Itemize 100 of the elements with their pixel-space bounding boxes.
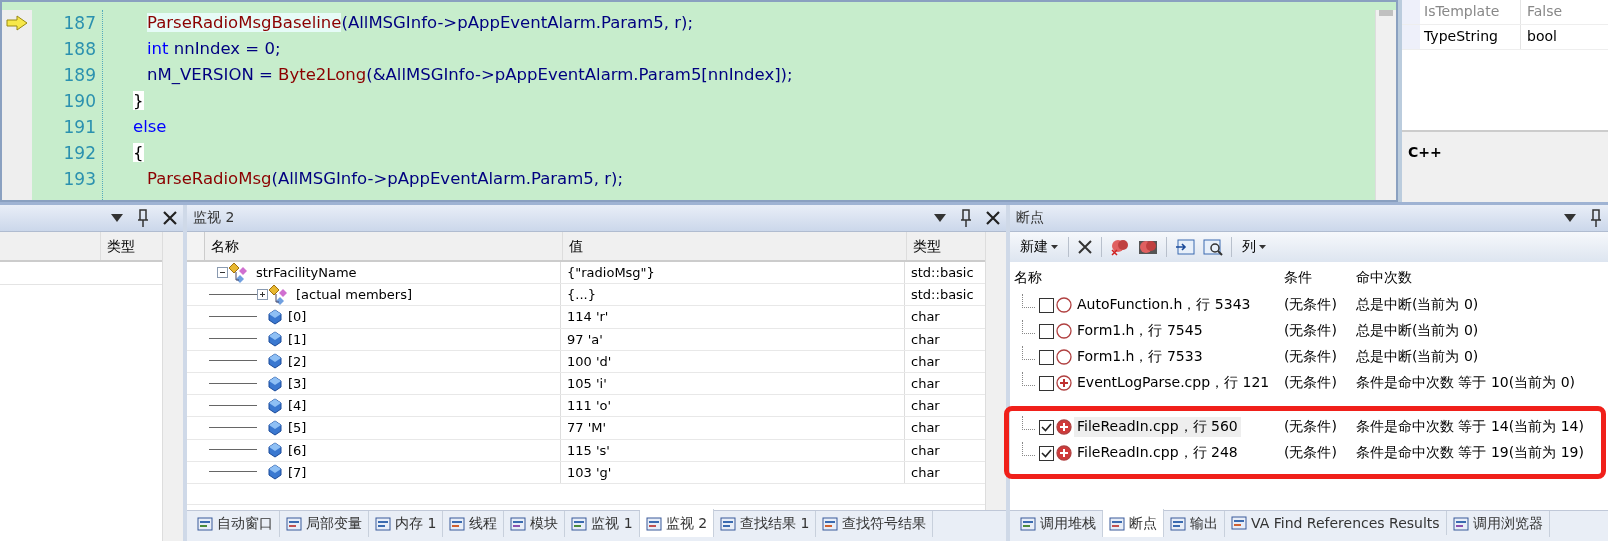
delete-icon[interactable] (1077, 239, 1093, 255)
breakpoint-condition: (无条件) (1283, 418, 1338, 436)
column-header[interactable]: 名称 (205, 232, 563, 260)
close-icon[interactable] (163, 211, 177, 225)
tab[interactable]: VA Find References Results (1225, 511, 1447, 535)
new-button[interactable]: 新建 (1018, 236, 1060, 258)
variable-value: 100 'd' (561, 350, 905, 372)
scrollbar[interactable] (985, 232, 1006, 510)
column-header[interactable]: 类型 (907, 232, 985, 260)
tab-icon (1452, 516, 1469, 532)
panel-title: 监视 2 (193, 209, 236, 227)
code-line: nM_VERSION = Byte2Long(&AllMSGInfo->pAppEventAlarm.Param5[nnIndex]); (147, 64, 793, 86)
breakpoint-location[interactable]: EventLogParse.cpp，行 121 (1074, 373, 1273, 393)
variable-value: 77 'M' (561, 417, 905, 439)
checkbox[interactable] (1039, 375, 1054, 391)
description-text: C++ (1408, 144, 1442, 160)
tab[interactable]: 模块 (504, 511, 566, 537)
member-icon (228, 262, 250, 284)
property-value: bool (1526, 27, 1557, 46)
breakpoints-icon[interactable] (1110, 238, 1130, 256)
variable-name: [4] (288, 398, 307, 414)
tab[interactable]: 监视 2 (639, 509, 715, 537)
dropdown-icon[interactable] (111, 214, 123, 222)
dropdown-icon[interactable] (934, 214, 946, 222)
line-number: 189 (62, 64, 96, 87)
breakpoint-location[interactable]: Form1.h，行 7545 (1074, 321, 1206, 341)
caret-icon (1051, 245, 1058, 249)
pin-icon[interactable] (137, 209, 149, 227)
checkbox[interactable] (1039, 349, 1054, 365)
code-line: else (133, 116, 167, 138)
tab[interactable]: 线程 (443, 511, 505, 537)
column-header[interactable]: 条件 (1280, 263, 1352, 291)
hit-count: 条件是命中次数 等于 14(当前为 14) (1355, 418, 1585, 436)
tab-icon (510, 516, 527, 532)
field-icon (268, 464, 282, 481)
variable-name: [5] (288, 420, 307, 436)
breakpoint-location[interactable]: Form1.h，行 7533 (1074, 347, 1206, 367)
field-icon (268, 375, 282, 392)
scrollbar[interactable] (162, 232, 183, 541)
tab-icon (822, 516, 839, 532)
expand-icon[interactable] (257, 289, 268, 301)
field-icon (268, 442, 282, 459)
tab-icon (1109, 516, 1125, 532)
tab[interactable]: 查找结果 1 (714, 511, 817, 537)
hit-count: 条件是命中次数 等于 10(当前为 0) (1355, 374, 1576, 392)
line-number: 191 (62, 116, 96, 139)
breakpoints-icon[interactable] (1138, 238, 1158, 256)
line-number: 188 (62, 38, 96, 61)
property-value: False (1526, 2, 1563, 21)
export-icon[interactable] (1175, 238, 1195, 256)
tab[interactable]: 输出 (1164, 511, 1225, 537)
tab-icon (1231, 515, 1247, 531)
column-header[interactable]: 值 (563, 232, 907, 260)
tab[interactable]: 调用浏览器 (1446, 511, 1550, 537)
column-header[interactable]: 名称 (1010, 263, 1280, 291)
tab[interactable]: 自动窗口 (191, 511, 280, 537)
variable-type: std::basic (910, 286, 975, 305)
variable-name: strFacilityName (256, 265, 357, 281)
tab[interactable]: 调用堆栈 (1014, 511, 1103, 537)
checkbox[interactable] (1039, 445, 1054, 461)
columns-button[interactable]: 列 (1240, 236, 1268, 258)
tab-icon (1020, 516, 1036, 532)
breakpoint-location[interactable]: FileReadIn.cpp，行 560 (1074, 417, 1241, 437)
pin-icon[interactable] (960, 209, 972, 227)
close-icon[interactable] (986, 211, 1000, 225)
panel-title: 断点 (1016, 209, 1045, 227)
field-icon (268, 331, 282, 348)
tab[interactable]: 局部变量 (280, 511, 369, 537)
hit-count: 条件是命中次数 等于 19(当前为 19) (1355, 444, 1585, 462)
line-number: 187 (62, 12, 96, 35)
tab-icon (449, 516, 466, 532)
code-line: ParseRadioMsg(AllMSGInfo->pAppEventAlarm.Param5, r); (147, 168, 624, 190)
scrollbar[interactable] (1375, 10, 1396, 200)
check-icon (1041, 448, 1052, 458)
field-icon (268, 308, 282, 325)
checkbox[interactable] (1039, 323, 1054, 339)
breakpoint-location[interactable]: FileReadIn.cpp，行 248 (1074, 443, 1241, 463)
checkbox[interactable] (1039, 419, 1054, 435)
code-editor[interactable] (0, 0, 1398, 202)
variable-type: char (910, 441, 941, 460)
hit-count: 总是中断(当前为 0) (1355, 322, 1480, 340)
variable-value: 114 'r' (561, 306, 905, 328)
tab[interactable]: 查找符号结果 (816, 511, 934, 537)
property-name: TypeString (1420, 25, 1521, 49)
tab[interactable]: 内存 1 (369, 511, 444, 537)
tab[interactable]: 监视 1 (565, 511, 640, 537)
check-icon (1041, 422, 1052, 432)
variable-value: 103 'g' (561, 461, 905, 483)
tab-icon (1170, 516, 1186, 532)
checkbox[interactable] (1039, 297, 1054, 313)
tab-icon (286, 516, 302, 532)
collapse-icon[interactable] (217, 267, 228, 279)
column-header[interactable]: 命中次数 (1352, 263, 1608, 291)
breakpoint-condition: (无条件) (1283, 374, 1338, 392)
caret-icon (1259, 245, 1266, 249)
tab[interactable]: 断点 (1103, 509, 1164, 537)
breakpoint-location[interactable]: AutoFunction.h，行 5343 (1074, 295, 1254, 315)
pin-icon[interactable] (1590, 209, 1602, 227)
dropdown-icon[interactable] (1564, 214, 1576, 222)
member-icon (268, 284, 290, 306)
